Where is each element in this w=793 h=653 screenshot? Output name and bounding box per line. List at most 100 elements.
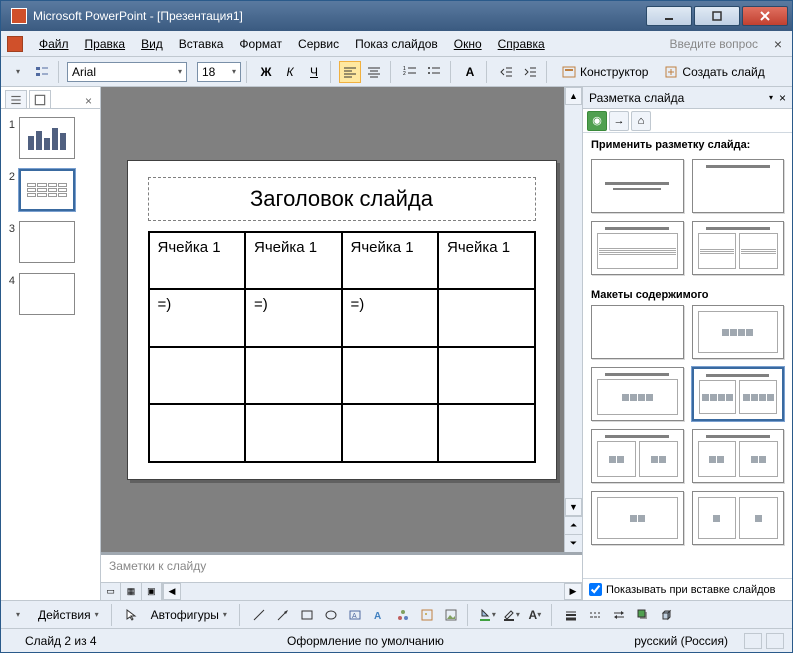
minimize-button[interactable] (646, 6, 692, 26)
underline-button[interactable]: Ч (303, 61, 325, 83)
textbox-tool-button[interactable]: A (344, 604, 366, 626)
arrow-style-button[interactable] (608, 604, 630, 626)
autoshapes-menu[interactable]: Автофигуры▾ (144, 604, 234, 626)
font-color-button[interactable]: A▾ (524, 604, 546, 626)
table-cell[interactable]: Ячейка 1 (245, 232, 342, 290)
table-cell[interactable] (342, 347, 439, 405)
dash-style-button[interactable] (584, 604, 606, 626)
fill-color-button[interactable]: ▾ (476, 604, 498, 626)
diagram-button[interactable] (392, 604, 414, 626)
menu-slideshow[interactable]: Показ слайдов (347, 34, 446, 54)
line-tool-button[interactable] (248, 604, 270, 626)
layout-title-content[interactable] (591, 367, 684, 421)
layout-content-over[interactable] (591, 429, 684, 483)
menu-file[interactable]: Файл (31, 34, 77, 54)
toolbar-overflow-icon[interactable]: ▾ (7, 604, 29, 626)
thumbnails-close-button[interactable]: × (81, 94, 96, 108)
slide-title-placeholder[interactable]: Заголовок слайда (148, 177, 536, 221)
vertical-scrollbar[interactable]: ▲ ▼ ⏶ ⏷ (564, 87, 582, 552)
line-style-button[interactable] (560, 604, 582, 626)
slideshow-view-button[interactable]: ▣ (142, 583, 162, 600)
notes-pane[interactable]: Заметки к слайду (101, 552, 582, 582)
layout-title-only[interactable] (692, 159, 785, 213)
outline-level-icon[interactable] (31, 61, 53, 83)
scroll-up-button[interactable]: ▲ (565, 87, 582, 105)
table-cell[interactable] (149, 347, 246, 405)
layout-title-slide[interactable] (591, 159, 684, 213)
clipart-button[interactable] (416, 604, 438, 626)
table-cell[interactable]: Ячейка 1 (438, 232, 535, 290)
prev-slide-button[interactable]: ⏶ (565, 516, 582, 534)
table-cell[interactable] (438, 289, 535, 347)
slide-table[interactable]: Ячейка 1 Ячейка 1 Ячейка 1 Ячейка 1 =) =… (148, 231, 536, 463)
numbered-list-button[interactable]: 12 (399, 61, 421, 83)
table-cell[interactable] (245, 404, 342, 462)
italic-button[interactable]: К (279, 61, 301, 83)
oval-tool-button[interactable] (320, 604, 342, 626)
thumb-slide-4[interactable] (19, 273, 75, 315)
table-cell[interactable]: =) (245, 289, 342, 347)
bulleted-list-button[interactable] (423, 61, 445, 83)
layout-two-content[interactable] (692, 367, 785, 421)
menu-window[interactable]: Окно (446, 34, 490, 54)
layout-content[interactable] (692, 305, 785, 359)
draw-actions-menu[interactable]: Действия▾ (31, 604, 106, 626)
rectangle-tool-button[interactable] (296, 604, 318, 626)
task-pane-close-button[interactable]: × (779, 91, 786, 105)
font-size-select[interactable]: 18▾ (197, 62, 241, 82)
font-name-select[interactable]: Arial▾ (67, 62, 187, 82)
table-cell[interactable]: Ячейка 1 (342, 232, 439, 290)
table-cell[interactable] (149, 404, 246, 462)
menu-tools[interactable]: Сервис (290, 34, 347, 54)
normal-view-button[interactable]: ▭ (101, 583, 121, 600)
mdi-close-button[interactable]: × (770, 36, 786, 52)
3d-style-button[interactable] (656, 604, 678, 626)
close-button[interactable] (742, 6, 788, 26)
align-left-button[interactable] (339, 61, 361, 83)
decrease-indent-button[interactable] (495, 61, 517, 83)
scroll-left-button[interactable]: ◀ (163, 583, 181, 600)
select-tool-button[interactable] (120, 604, 142, 626)
scroll-right-button[interactable]: ▶ (564, 583, 582, 600)
thumb-slide-2[interactable] (19, 169, 75, 211)
table-cell[interactable] (342, 404, 439, 462)
menu-format[interactable]: Формат (231, 34, 290, 54)
picture-button[interactable] (440, 604, 462, 626)
maximize-button[interactable] (694, 6, 740, 26)
tab-slides[interactable] (29, 90, 51, 108)
nav-forward-button[interactable]: → (609, 111, 629, 131)
layout-two-text[interactable] (692, 221, 785, 275)
menu-edit[interactable]: Правка (77, 34, 134, 54)
current-slide[interactable]: Заголовок слайда Ячейка 1 Ячейка 1 Ячейк… (127, 160, 557, 480)
scroll-down-button[interactable]: ▼ (565, 498, 582, 516)
status-spellcheck-icon[interactable] (744, 633, 762, 649)
nav-home-button[interactable]: ⌂ (631, 111, 651, 131)
new-slide-button[interactable]: Создать слайд (657, 61, 771, 83)
wordart-button[interactable]: A (368, 604, 390, 626)
layout-title-text[interactable] (591, 221, 684, 275)
thumb-slide-1[interactable] (19, 117, 75, 159)
font-grow-button[interactable]: A (459, 61, 481, 83)
table-cell[interactable]: =) (342, 289, 439, 347)
table-cell[interactable] (438, 404, 535, 462)
menu-help[interactable]: Справка (490, 34, 553, 54)
layout-four-content[interactable] (692, 429, 785, 483)
sorter-view-button[interactable]: ▦ (121, 583, 141, 600)
table-cell[interactable]: Ячейка 1 (149, 232, 246, 290)
arrow-tool-button[interactable] (272, 604, 294, 626)
table-cell[interactable]: =) (149, 289, 246, 347)
slide-design-button[interactable]: Конструктор (555, 61, 655, 83)
thumb-slide-3[interactable] (19, 221, 75, 263)
layout-blank[interactable] (591, 305, 684, 359)
bold-button[interactable]: Ж (255, 61, 277, 83)
menu-view[interactable]: Вид (133, 34, 171, 54)
status-extra-icon[interactable] (766, 633, 784, 649)
nav-back-button[interactable]: ◉ (587, 111, 607, 131)
table-cell[interactable] (245, 347, 342, 405)
help-prompt-input[interactable]: Введите вопрос (664, 35, 765, 53)
layout-extra-1[interactable] (591, 491, 684, 545)
next-slide-button[interactable]: ⏷ (565, 534, 582, 552)
toolbar-overflow-icon[interactable]: ▾ (7, 61, 29, 83)
tab-outline[interactable] (5, 90, 27, 108)
layout-extra-2[interactable] (692, 491, 785, 545)
